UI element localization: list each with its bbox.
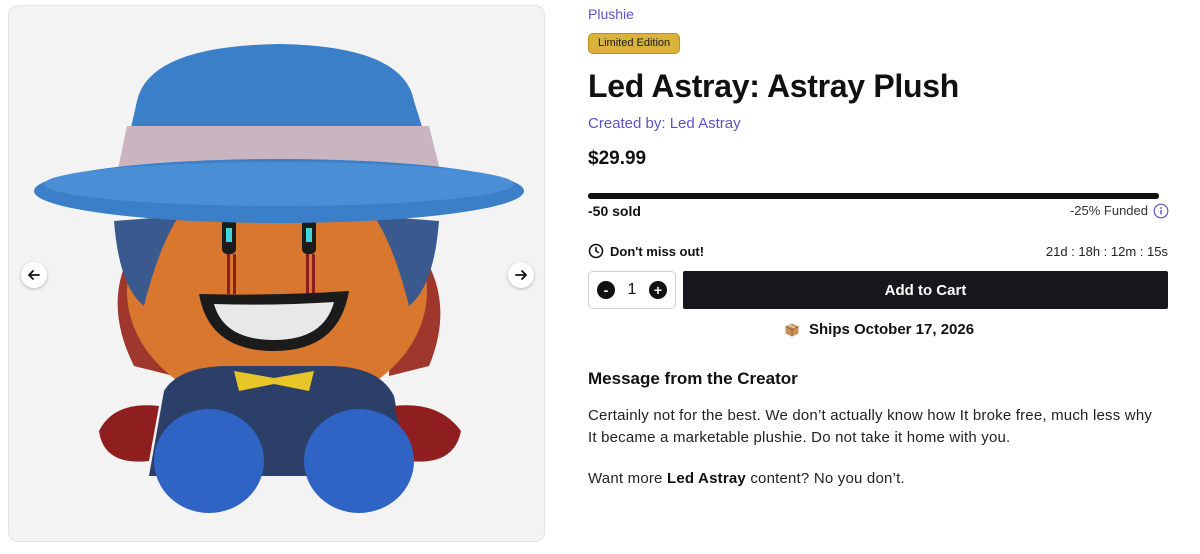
product-image-gallery bbox=[8, 5, 545, 542]
next-image-button[interactable] bbox=[508, 262, 534, 288]
sold-count: -50 sold bbox=[588, 203, 641, 219]
creator-message-more: Want more Led Astray content? No you don… bbox=[588, 470, 905, 487]
category-link[interactable]: Plushie bbox=[588, 6, 634, 22]
funding-progress-bar bbox=[588, 193, 1159, 199]
arrow-left-icon bbox=[28, 270, 40, 280]
product-info: Plushie Limited Edition Led Astray: Astr… bbox=[588, 0, 1169, 554]
quantity-stepper: - 1 + bbox=[588, 271, 676, 309]
box-icon bbox=[785, 323, 799, 336]
countdown-timer: 21d : 18h : 12m : 15s bbox=[1045, 244, 1168, 259]
product-title: Led Astray: Astray Plush bbox=[588, 68, 959, 104]
arrow-right-icon bbox=[515, 270, 527, 280]
more-suffix: content? No you don’t. bbox=[745, 470, 905, 487]
dont-miss-out-label: Don't miss out! bbox=[610, 243, 705, 259]
decrement-button[interactable]: - bbox=[597, 281, 615, 299]
creator-message-body: Certainly not for the best. We don’t act… bbox=[588, 407, 1153, 446]
increment-button[interactable]: + bbox=[649, 281, 667, 299]
info-icon[interactable] bbox=[1153, 203, 1169, 219]
add-to-cart-button[interactable]: Add to Cart bbox=[683, 271, 1168, 309]
previous-image-button[interactable] bbox=[21, 262, 47, 288]
ship-date: Ships October 17, 2026 bbox=[809, 321, 975, 338]
clock-icon bbox=[588, 243, 604, 259]
limited-edition-badge: Limited Edition bbox=[588, 33, 681, 54]
product-image bbox=[34, 44, 524, 513]
dont-miss-out: Don't miss out! bbox=[588, 243, 704, 259]
shipping-info: Ships October 17, 2026 bbox=[784, 321, 974, 338]
funded-percent: -25% Funded bbox=[1069, 203, 1148, 218]
more-bold: Led Astray bbox=[666, 470, 746, 487]
product-price: $29.99 bbox=[588, 148, 647, 169]
creator-message-heading: Message from the Creator bbox=[588, 369, 798, 388]
creator-link[interactable]: Created by: Led Astray bbox=[588, 115, 741, 132]
more-prefix: Want more bbox=[588, 470, 667, 487]
funding-progress-fill bbox=[588, 193, 1159, 199]
quantity-value[interactable]: 1 bbox=[628, 281, 637, 299]
